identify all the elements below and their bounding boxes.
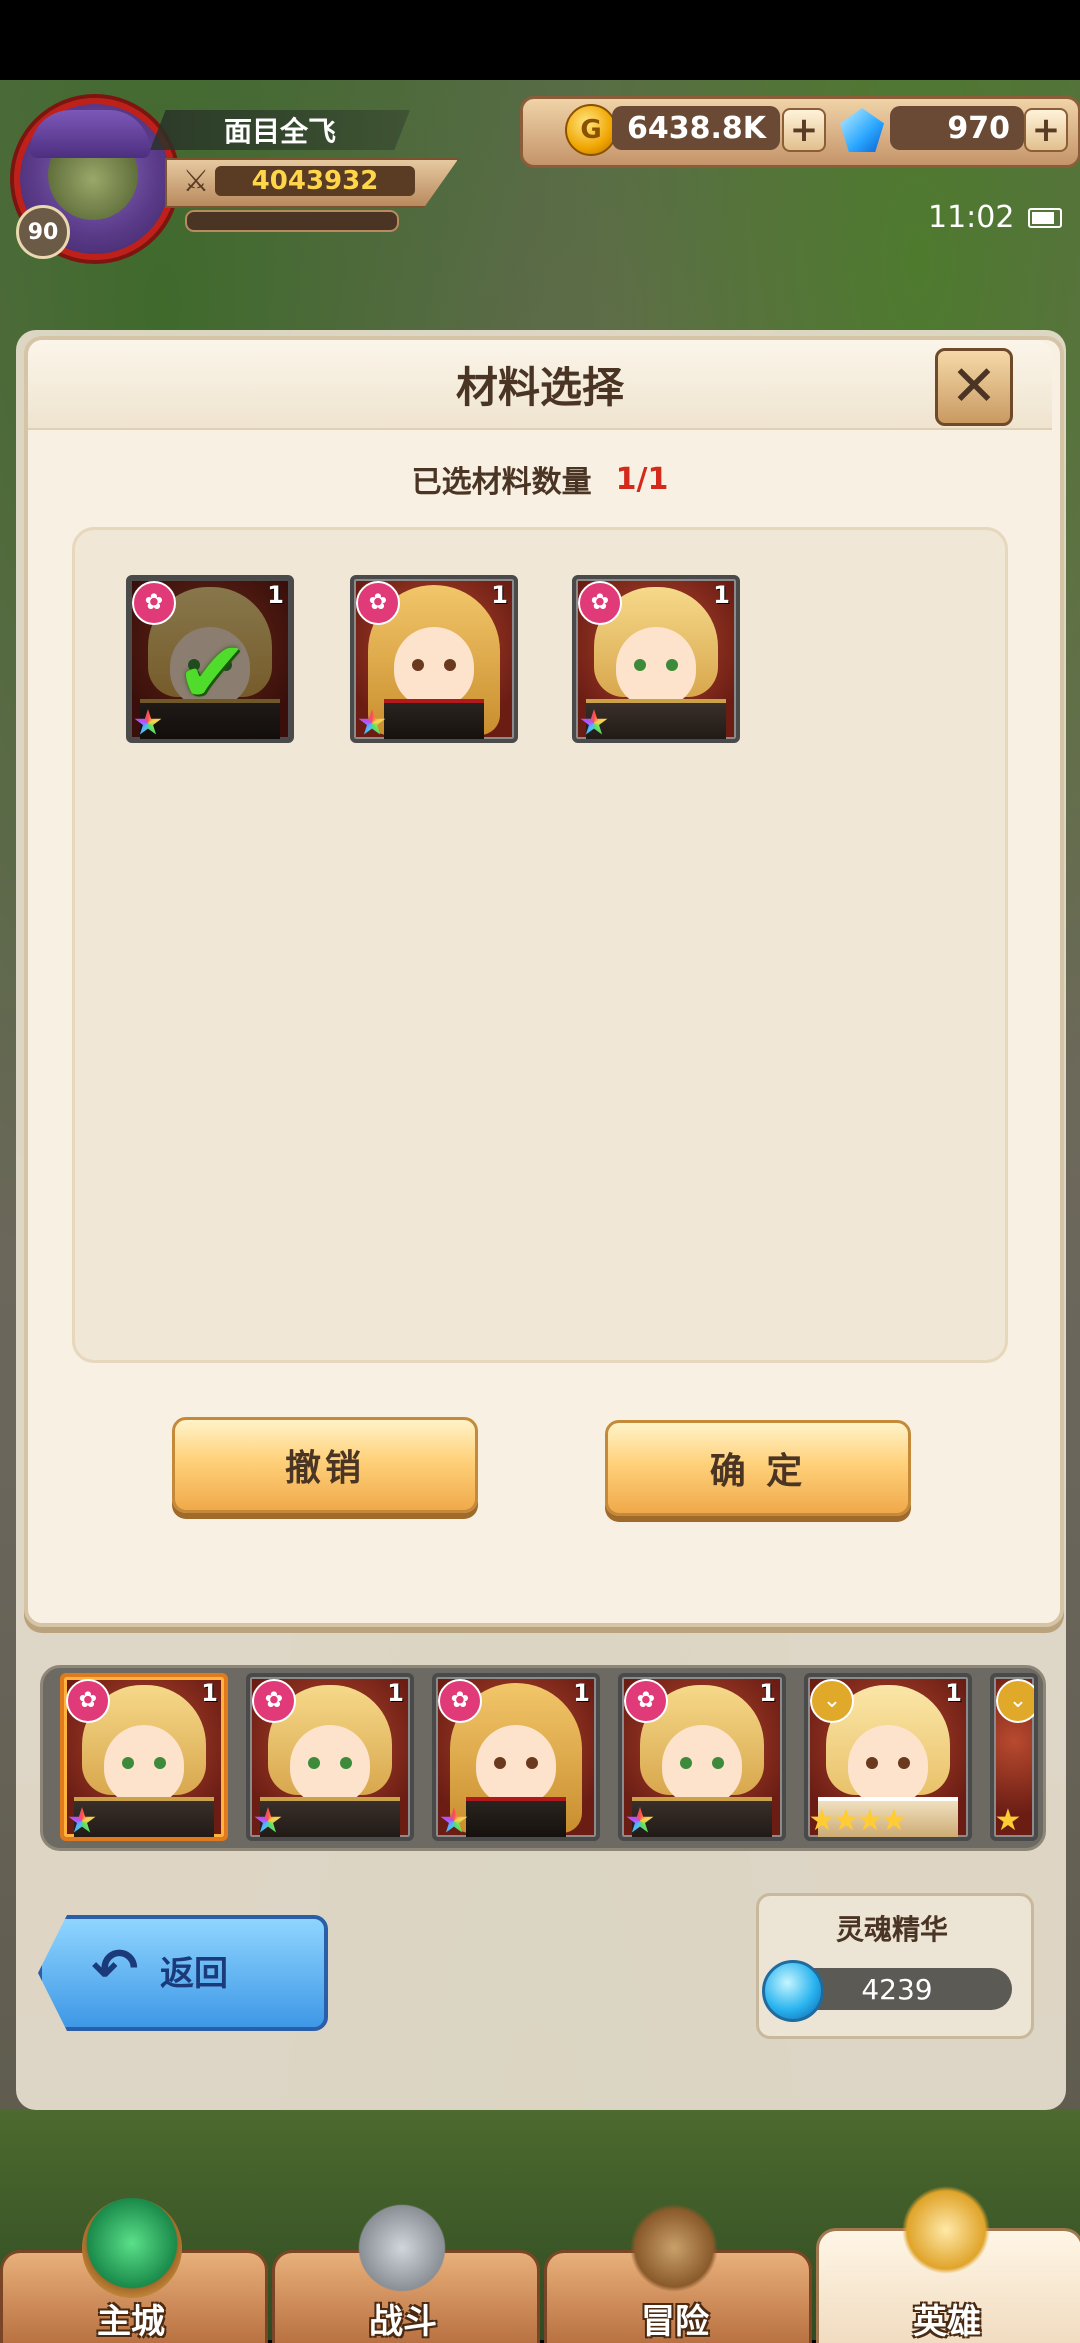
- hero-strip-card[interactable]: ⌄ 1 ★ ★ ★ ★: [804, 1673, 972, 1841]
- crossed-swords-icon: ⚔: [182, 164, 210, 199]
- return-arrow-icon: ↶: [91, 1937, 139, 2002]
- hero-crest-icon: [896, 2180, 996, 2280]
- faction-lotus-icon: ✿: [66, 1679, 110, 1723]
- hero-armor: [466, 1797, 566, 1837]
- material-card[interactable]: ✿ 1: [350, 575, 518, 743]
- nav-label-heroes: 英雄: [913, 2302, 981, 2342]
- hero-eye: [340, 1757, 352, 1769]
- hero-level: 1: [201, 1679, 218, 1707]
- back-button-label: 返回: [160, 1953, 228, 1994]
- hero-face: [662, 1725, 742, 1805]
- crossed-swords-icon: [352, 2198, 452, 2298]
- faction-lotus-icon: ✿: [438, 1679, 482, 1723]
- hero-level: 1: [573, 1679, 590, 1707]
- checkmark-icon: ✔: [175, 623, 249, 723]
- soul-orb-icon: [762, 1960, 824, 2022]
- selected-count-row: 已选材料数量 1/1: [28, 455, 1052, 503]
- player-power: 4043932: [215, 166, 415, 196]
- hero-face: [394, 627, 474, 707]
- hero-eye: [634, 659, 646, 671]
- hero-face: [848, 1725, 928, 1805]
- nav-label-main-city: 主城: [97, 2302, 165, 2342]
- faction-lotus-icon: ✿: [132, 581, 176, 625]
- hero-strip-card[interactable]: ✿ 1: [246, 1673, 414, 1841]
- hero-face: [104, 1725, 184, 1805]
- hero-eye: [666, 659, 678, 671]
- exp-bar: [185, 210, 399, 232]
- hero-level: 1: [387, 1679, 404, 1707]
- faction-gold-icon: ⌄: [810, 1679, 854, 1723]
- hero-armor: [632, 1797, 772, 1837]
- player-level-badge: 90: [16, 205, 70, 259]
- main-city-icon: [82, 2198, 182, 2298]
- faction-lotus-icon: ✿: [356, 581, 400, 625]
- hero-eye: [412, 659, 424, 671]
- confirm-button[interactable]: 确 定: [605, 1420, 911, 1516]
- battery-icon: [1028, 208, 1062, 228]
- gem-amount: 970: [890, 106, 1024, 150]
- faction-gold-icon: ⌄: [996, 1679, 1034, 1723]
- star-icon: ★: [994, 1803, 1022, 1838]
- hero-face: [290, 1725, 370, 1805]
- hero-eye: [308, 1757, 320, 1769]
- selected-count-label: 已选材料数量: [411, 465, 592, 500]
- hero-eye: [680, 1757, 692, 1769]
- hero-eye: [526, 1757, 538, 1769]
- clock-time: 11:02: [928, 200, 1015, 235]
- hero-level: 1: [491, 581, 508, 609]
- dialog-title: 材料选择: [455, 362, 624, 412]
- hero-level: 1: [759, 1679, 776, 1707]
- hero-armor: [260, 1797, 400, 1837]
- hero-level: 1: [267, 581, 284, 609]
- hero-armor: [74, 1797, 214, 1837]
- add-gold-button[interactable]: +: [782, 108, 826, 152]
- star-icon: ★: [880, 1803, 908, 1838]
- gold-amount: 6438.8K: [612, 106, 780, 150]
- gold-coin-icon: G: [565, 104, 617, 156]
- hero-eye: [712, 1757, 724, 1769]
- hero-strip-card-partial[interactable]: ⌄ ★: [990, 1673, 1038, 1841]
- hero-eye: [154, 1757, 166, 1769]
- faction-lotus-icon: ✿: [578, 581, 622, 625]
- faction-lotus-icon: ✿: [624, 1679, 668, 1723]
- avatar-hat: [30, 110, 150, 158]
- hero-armor: [384, 699, 484, 739]
- hero-eye: [866, 1757, 878, 1769]
- selected-count-value: 1/1: [615, 461, 669, 497]
- hero-eye: [444, 659, 456, 671]
- faction-lotus-icon: ✿: [252, 1679, 296, 1723]
- hero-level: 1: [945, 1679, 962, 1707]
- hero-armor: [586, 699, 726, 739]
- cancel-button[interactable]: 撤销: [172, 1417, 478, 1513]
- scroll-map-icon: [624, 2198, 724, 2298]
- hero-eye: [898, 1757, 910, 1769]
- hero-strip-card[interactable]: ✿ 1: [60, 1673, 228, 1841]
- soul-essence-title: 灵魂精华: [835, 1913, 948, 1946]
- hero-face: [616, 627, 696, 707]
- hero-eye: [494, 1757, 506, 1769]
- hero-strip-card[interactable]: ✿ 1: [432, 1673, 600, 1841]
- nav-label-adventure: 冒险: [641, 2302, 709, 2342]
- add-gems-button[interactable]: +: [1024, 108, 1068, 152]
- material-card[interactable]: ✔ ✿ 1: [126, 575, 294, 743]
- hero-strip-card[interactable]: ✿ 1: [618, 1673, 786, 1841]
- player-name: 面目全飞: [150, 110, 410, 150]
- material-card[interactable]: ✿ 1: [572, 575, 740, 743]
- hero-level: 1: [713, 581, 730, 609]
- nav-label-battle: 战斗: [369, 2302, 437, 2342]
- hero-eye: [122, 1757, 134, 1769]
- close-button[interactable]: ✕: [935, 348, 1013, 426]
- hero-face: [476, 1725, 556, 1805]
